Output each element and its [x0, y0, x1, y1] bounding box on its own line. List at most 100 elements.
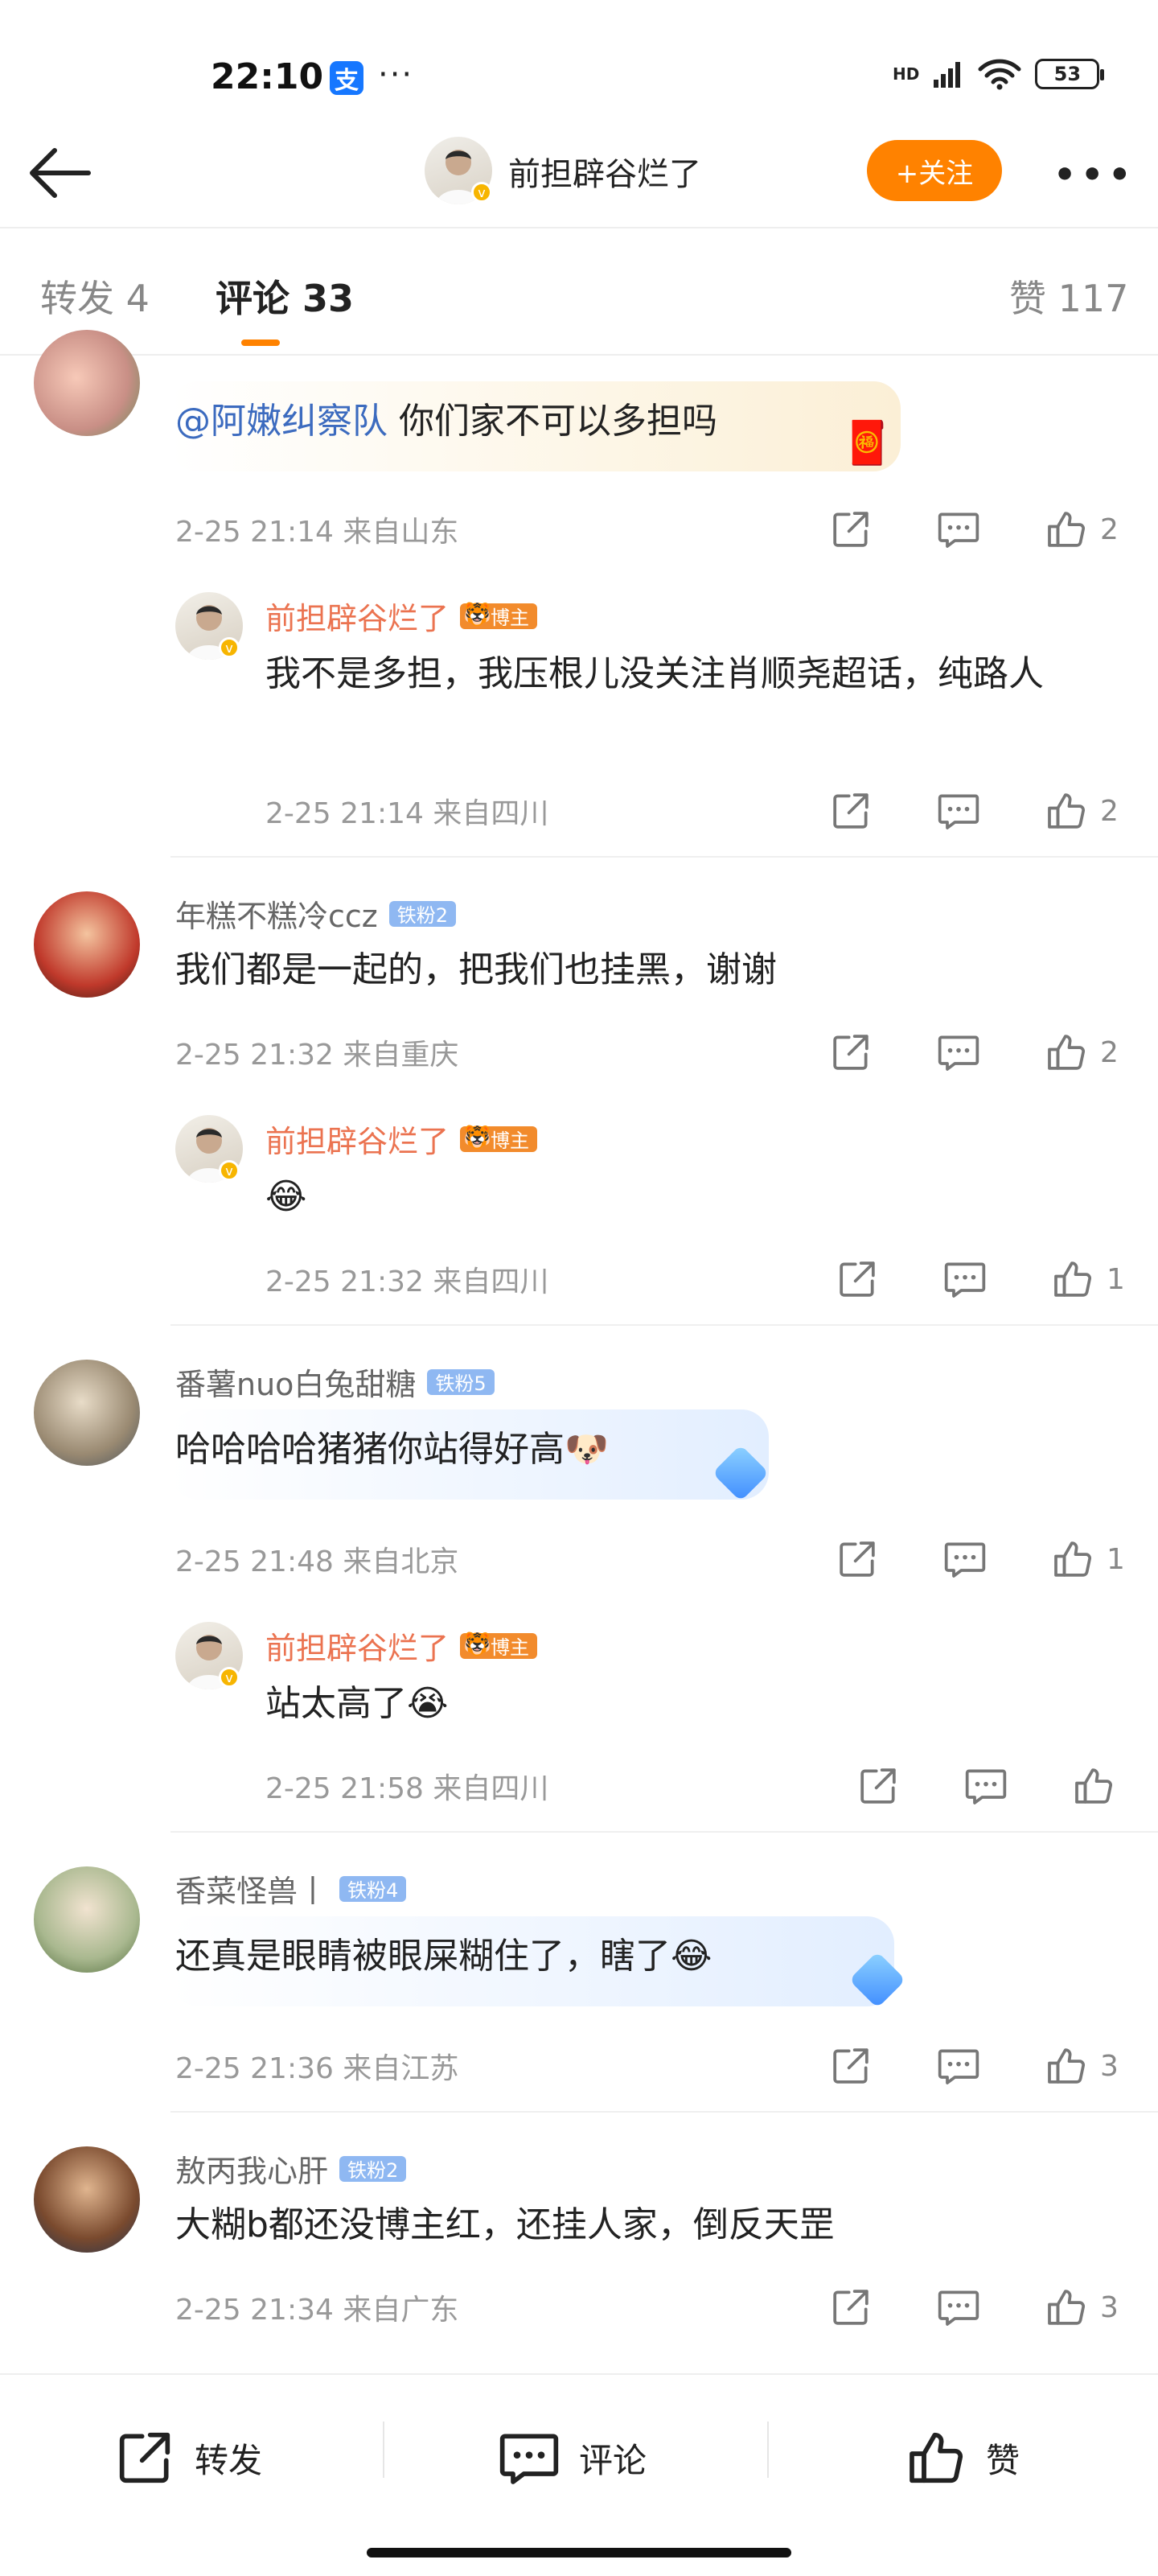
comment-actions: 3 [828, 2043, 1119, 2088]
page-title[interactable]: 前担辟谷烂了 [508, 148, 701, 195]
share-icon [113, 2426, 177, 2490]
reply-text: 😂 [265, 1176, 307, 1217]
repost-label: 转发 [195, 2440, 263, 2480]
comment-text: 大糊b都还没博主红，还挂人家，倒反天罡 [175, 2204, 835, 2245]
verified-icon: v [219, 1667, 240, 1688]
fan-badge: 铁粉4 [339, 1875, 407, 1902]
battery-icon: 53 [1035, 59, 1105, 89]
like-count: 2 [1100, 1035, 1119, 1069]
alipay-icon: 支 [330, 61, 363, 95]
reply-icon[interactable] [936, 2043, 981, 2088]
like-count: 3 [1100, 2049, 1119, 2083]
share-icon[interactable] [828, 507, 873, 552]
share-icon[interactable] [835, 1257, 880, 1302]
wifi-icon [978, 59, 1021, 90]
reply-username[interactable]: 前担辟谷烂了 博主 [265, 594, 538, 638]
like-icon[interactable] [1044, 788, 1089, 833]
tab-repost[interactable]: 转发 4 [40, 270, 150, 323]
user-mention-link[interactable]: @阿嫩纠察队 [175, 401, 388, 442]
like-icon[interactable] [1050, 1257, 1095, 1302]
comment-text: 哈哈哈哈猪猪你站得好高🐶 [175, 1429, 609, 1470]
signal-icon [934, 62, 961, 88]
share-icon[interactable] [828, 2285, 873, 2330]
fan-badge: 铁粉2 [388, 900, 457, 927]
blogger-badge: 博主 [460, 1124, 538, 1152]
comment-actions: 2 [828, 1030, 1119, 1075]
tab-comments[interactable]: 评论 33 [216, 270, 354, 323]
like-count: 1 [1107, 1542, 1125, 1576]
avatar[interactable] [34, 891, 140, 998]
comment-divider [170, 1831, 1158, 1833]
like-icon[interactable] [1044, 507, 1089, 552]
share-icon[interactable] [828, 2043, 873, 2088]
comment-button[interactable]: 评论 [497, 2426, 647, 2490]
comment-username[interactable]: 香菜怪兽丨 铁粉4 [175, 1866, 407, 1911]
reply-icon[interactable] [936, 788, 981, 833]
comment-actions: 3 [828, 2285, 1119, 2330]
network-hd-label: HD [893, 64, 920, 84]
blogger-badge: 博主 [460, 601, 538, 629]
status-time: 22:10 [211, 56, 324, 97]
reply-icon[interactable] [936, 2285, 981, 2330]
avatar[interactable] [34, 1866, 140, 1973]
blogger-badge: 博主 [460, 1631, 538, 1659]
fan-badge: 铁粉2 [339, 2155, 407, 2182]
reply-username[interactable]: 前担辟谷烂了 博主 [265, 1117, 538, 1161]
comment-username[interactable]: 番薯nuo白兔甜糖 铁粉5 [175, 1360, 495, 1404]
comment-divider [170, 2111, 1158, 2113]
comment-text: @阿嫩纠察队 你们家不可以多担吗 [175, 401, 717, 442]
comment-username[interactable]: 敖丙我心肝 铁粉2 [175, 2146, 407, 2191]
bottom-divider [767, 2422, 769, 2478]
comment-actions: 2 [828, 507, 1119, 552]
like-count: 2 [1100, 794, 1119, 828]
like-label: 赞 [986, 2440, 1020, 2480]
follow-button[interactable]: +关注 [867, 140, 1002, 201]
like-icon[interactable] [1071, 1763, 1116, 1809]
share-icon[interactable] [828, 1030, 873, 1075]
share-icon[interactable] [835, 1537, 880, 1582]
header-divider [0, 227, 1158, 228]
like-icon[interactable] [1050, 1537, 1095, 1582]
back-button[interactable] [24, 141, 96, 205]
reply-username[interactable]: 前担辟谷烂了 博主 [265, 1623, 538, 1668]
reply-meta: 2-25 21:58 来自四川 [265, 1772, 549, 1805]
like-icon [904, 2426, 968, 2490]
share-icon[interactable] [856, 1763, 901, 1809]
reply-text: 站太高了😭 [265, 1683, 449, 1724]
avatar[interactable] [34, 330, 140, 436]
comment-divider [170, 856, 1158, 858]
fan-badge: 铁粉5 [427, 1368, 495, 1395]
reply-icon[interactable] [942, 1257, 988, 1302]
avatar[interactable] [34, 1360, 140, 1466]
verified-icon: v [471, 182, 492, 203]
comment-username[interactable]: 年糕不糕冷ccz 铁粉2 [175, 891, 457, 936]
like-icon[interactable] [1044, 1030, 1089, 1075]
reply-icon[interactable] [936, 1030, 981, 1075]
share-icon[interactable] [828, 788, 873, 833]
avatar[interactable] [34, 2146, 140, 2253]
comment-label: 评论 [579, 2440, 647, 2480]
reply-icon[interactable] [936, 507, 981, 552]
comment-meta: 2-25 21:34 来自广东 [175, 2294, 459, 2327]
more-options-button[interactable]: ••• [1053, 154, 1135, 195]
bottom-divider [383, 2422, 384, 2478]
reply-actions [856, 1763, 1147, 1809]
status-indicators: HD 53 [893, 58, 1105, 90]
like-icon[interactable] [1044, 2285, 1089, 2330]
tab-likes[interactable]: 赞 117 [1009, 270, 1128, 323]
reply-icon[interactable] [963, 1763, 1008, 1809]
comment-text: 还真是眼睛被眼屎糊住了，瞎了😂 [175, 1936, 712, 1977]
verified-icon: v [219, 637, 240, 658]
reply-icon[interactable] [942, 1537, 988, 1582]
repost-button[interactable]: 转发 [113, 2426, 262, 2490]
reply-actions: 1 [835, 1257, 1126, 1302]
home-indicator[interactable] [367, 2548, 791, 2557]
like-button[interactable]: 赞 [904, 2426, 1020, 2490]
reply-meta: 2-25 21:32 来自四川 [265, 1265, 549, 1298]
verified-icon: v [219, 1160, 240, 1181]
comment-meta: 2-25 21:14 来自山东 [175, 516, 459, 549]
like-icon[interactable] [1044, 2043, 1089, 2088]
reply-meta: 2-25 21:14 来自四川 [265, 797, 549, 830]
comment-meta: 2-25 21:32 来自重庆 [175, 1039, 459, 1072]
comment-text: 我们都是一起的，把我们也挂黑，谢谢 [175, 949, 777, 990]
